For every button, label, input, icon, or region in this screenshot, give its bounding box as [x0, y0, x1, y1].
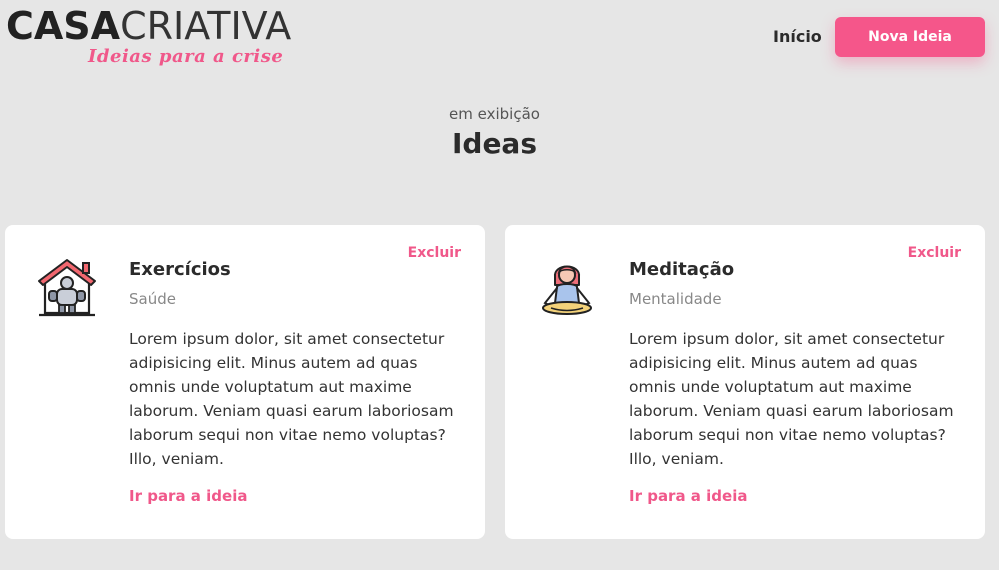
logo[interactable]: CASACRIATIVA Ideias para a crise — [6, 6, 306, 68]
idea-title: Exercícios — [129, 259, 231, 280]
home-exercise-icon — [35, 255, 99, 319]
delete-button[interactable]: Excluir — [908, 245, 961, 261]
logo-wordmark-light: CRIATIVA — [120, 4, 292, 48]
logo-tagline: Ideias para a crise — [88, 46, 284, 67]
page-title: Ideas — [451, 127, 537, 160]
go-to-idea-link[interactable]: Ir para a ideia — [629, 487, 747, 505]
nav-home-link[interactable]: Início — [773, 27, 822, 46]
page-subtitle: em exibição — [449, 105, 540, 123]
idea-card: Excluir Exercícios Saúde Lorem ipsum dol… — [5, 225, 485, 539]
go-to-idea-link[interactable]: Ir para a ideia — [129, 487, 247, 505]
idea-category: Mentalidade — [629, 290, 722, 308]
logo-wordmark: CASACRIATIVA — [6, 6, 291, 46]
idea-description: Lorem ipsum dolor, sit amet consectetur … — [629, 330, 954, 468]
meditation-icon — [535, 255, 599, 319]
idea-card: Excluir Meditação Mentalidade Lorem ipsu… — [505, 225, 985, 539]
idea-title: Meditação — [629, 259, 735, 280]
idea-description: Lorem ipsum dolor, sit amet consectetur … — [129, 330, 454, 468]
logo-wordmark-bold: CASA — [6, 4, 121, 48]
delete-button[interactable]: Excluir — [408, 245, 461, 261]
new-idea-button[interactable]: Nova Ideia — [835, 17, 985, 57]
idea-category: Saúde — [129, 290, 176, 308]
site-header: CASACRIATIVA Ideias para a crise Início … — [0, 0, 999, 80]
